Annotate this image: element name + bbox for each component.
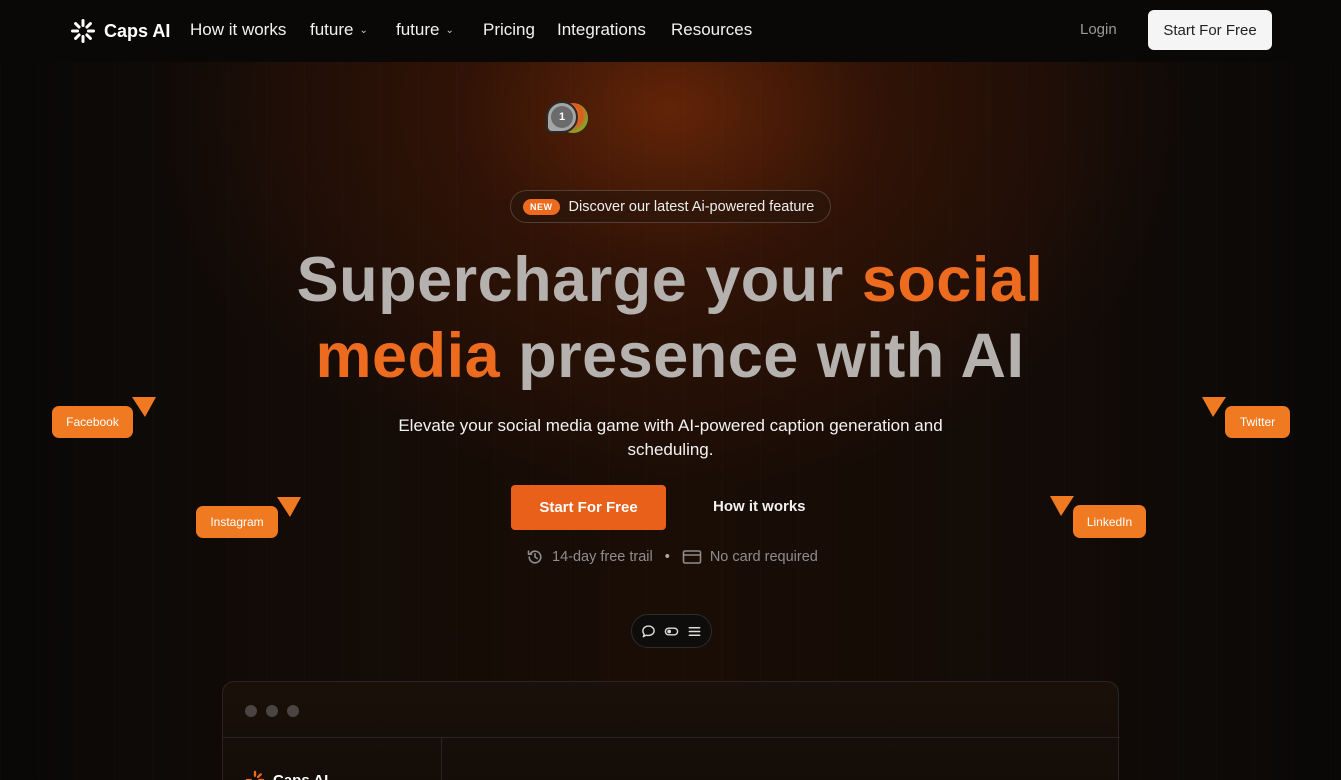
nav-dropdown-future-2[interactable]: future ⌄ xyxy=(396,20,454,40)
new-badge: NEW xyxy=(523,198,560,215)
chevron-down-icon: ⌄ xyxy=(359,24,368,36)
announcement-pill[interactable]: NEW Discover our latest Ai-powered featu… xyxy=(510,190,831,223)
panel-divider xyxy=(223,737,1120,738)
nav-start-free-button[interactable]: Start For Free xyxy=(1148,10,1272,50)
brand-name: Caps AI xyxy=(104,20,171,41)
twitter-tag: Twitter xyxy=(1225,406,1290,438)
login-link[interactable]: Login xyxy=(1080,21,1117,38)
avatar-count: 1 xyxy=(551,106,573,128)
credit-card-icon xyxy=(682,550,702,564)
cursor-pointer-icon xyxy=(1202,397,1226,417)
menu-icon[interactable] xyxy=(687,624,702,639)
brand-logo[interactable]: Caps AI xyxy=(70,18,170,44)
avatar: 1 xyxy=(546,101,578,133)
preview-brand-name: Caps AI xyxy=(273,771,329,780)
avatar-group: 1 xyxy=(546,101,596,135)
top-navbar: Caps AI How it works future ⌄ future ⌄ P… xyxy=(0,0,1341,62)
hero-start-free-button[interactable]: Start For Free xyxy=(511,485,666,530)
hero-subtitle: Elevate your social media game with AI-p… xyxy=(398,416,943,459)
separator-dot: • xyxy=(664,549,670,565)
nav-link-integrations[interactable]: Integrations xyxy=(557,20,646,40)
nav-link-pricing[interactable]: Pricing xyxy=(483,20,535,40)
cursor-pointer-icon xyxy=(277,497,301,517)
sparkle-logo-icon xyxy=(245,770,265,780)
linkedin-tag: LinkedIn xyxy=(1073,505,1146,538)
panel-sidebar-divider xyxy=(441,737,442,780)
window-dot xyxy=(245,705,257,717)
trial-meta: 14-day free trail • No card required xyxy=(526,548,818,566)
trial-text: 14-day free trail xyxy=(552,549,653,565)
nav-dropdown-future-1[interactable]: future ⌄ xyxy=(310,20,368,40)
headline-part-1: Supercharge your xyxy=(296,245,844,315)
nav-dropdown-label: future xyxy=(310,20,354,39)
toggle-icon[interactable] xyxy=(664,624,679,639)
nav-link-how-it-works[interactable]: How it works xyxy=(190,20,286,40)
preview-brand-logo: Caps AI xyxy=(245,770,328,780)
facebook-tag: Facebook xyxy=(52,406,133,438)
window-dot xyxy=(266,705,278,717)
nav-dropdown-label: future xyxy=(396,20,440,39)
no-card-text: No card required xyxy=(709,549,818,565)
chevron-down-icon: ⌄ xyxy=(445,24,454,36)
chat-bubble-icon[interactable] xyxy=(641,624,656,639)
headline-accent-1: social xyxy=(861,245,1044,315)
instagram-tag: Instagram xyxy=(196,506,278,538)
hero-headline: Supercharge your social media presence w… xyxy=(220,242,1120,394)
headline-part-2: presence with AI xyxy=(518,321,1025,391)
cursor-pointer-icon xyxy=(132,397,156,417)
nav-link-resources[interactable]: Resources xyxy=(671,20,752,40)
cursor-pointer-icon xyxy=(1050,496,1074,516)
window-dot xyxy=(287,705,299,717)
window-controls xyxy=(245,705,299,717)
hero-how-it-works-link[interactable]: How it works xyxy=(713,498,806,515)
history-clock-icon xyxy=(527,550,542,564)
headline-accent-2: media xyxy=(315,321,501,391)
app-preview-window: Caps AI xyxy=(222,681,1120,780)
announcement-text: Discover our latest Ai-powered feature xyxy=(568,198,815,215)
sparkle-logo-icon xyxy=(71,19,95,43)
view-toolbar xyxy=(631,614,712,648)
